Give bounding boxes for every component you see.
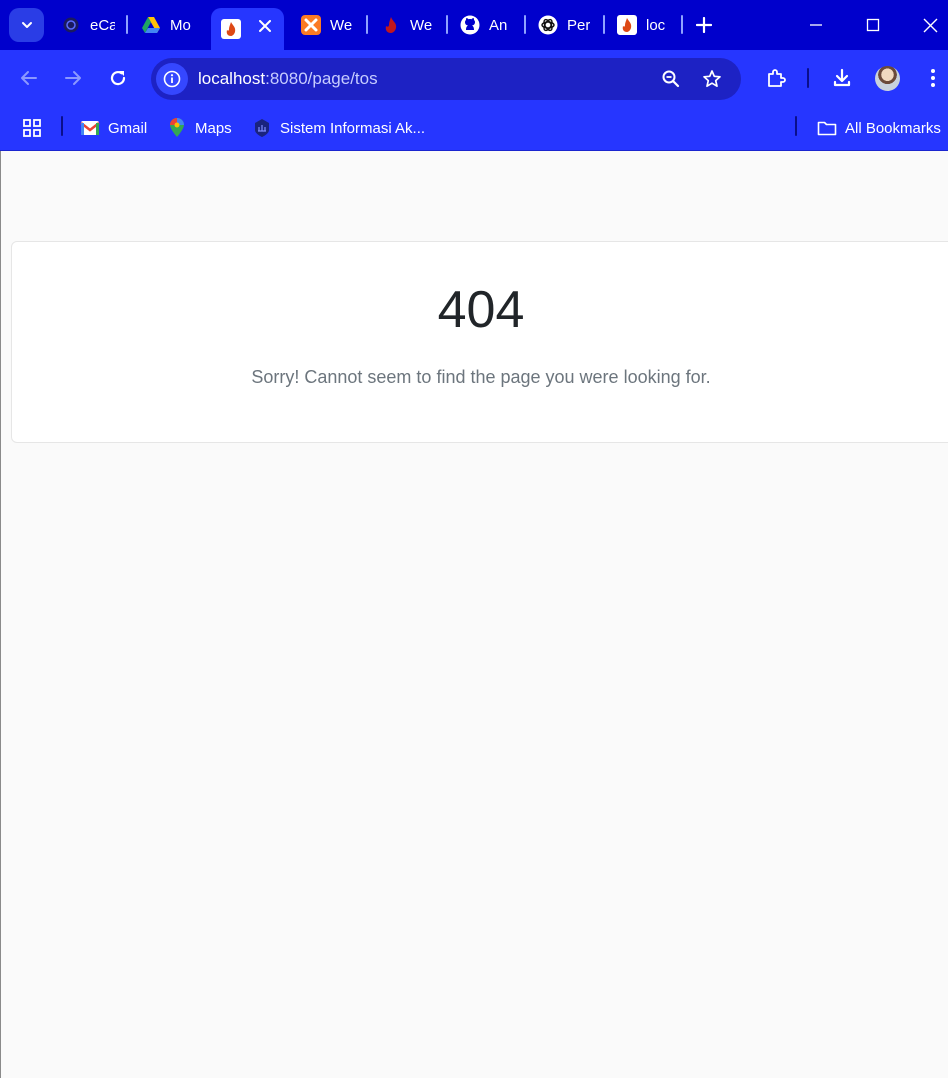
- error-card: 404 Sorry! Cannot seem to find the page …: [11, 241, 948, 443]
- toolbar-separator: [807, 68, 809, 88]
- tab-separator: [126, 15, 128, 34]
- url-path: :8080/page/tos: [265, 69, 378, 88]
- tab-title: An: [489, 16, 508, 34]
- site-info-button[interactable]: [156, 63, 188, 95]
- tab-localhost[interactable]: loc: [617, 8, 669, 42]
- extensions-button[interactable]: [763, 65, 789, 91]
- bookmark-label: Gmail: [108, 119, 148, 137]
- arrow-left-icon: [21, 71, 37, 85]
- star-icon: [703, 70, 721, 88]
- tab-active[interactable]: [211, 8, 284, 50]
- openai-icon: [538, 15, 558, 35]
- bookmarks-separator: [795, 116, 797, 136]
- toolbar: localhost:8080/page/tos: [0, 50, 948, 106]
- url-host: localhost: [198, 69, 266, 88]
- bookmark-label: Maps: [195, 119, 232, 137]
- plus-icon: [696, 17, 712, 33]
- chevron-down-icon: [21, 22, 32, 28]
- tab-title: eCa: [90, 16, 115, 34]
- dark-seal-icon: [61, 15, 81, 35]
- apps-grid-icon: [23, 119, 41, 137]
- tab-separator: [366, 15, 368, 34]
- reload-icon: [110, 70, 126, 86]
- back-button[interactable]: [15, 64, 43, 92]
- bookmark-sistem-informasi[interactable]: Sistem Informasi Ak...: [252, 114, 425, 142]
- codeigniter-flame-icon: [617, 15, 637, 35]
- close-icon: [923, 18, 937, 32]
- maximize-button[interactable]: [858, 10, 888, 40]
- codeigniter-flame-icon: [381, 15, 401, 35]
- bookmarks-separator: [61, 116, 63, 136]
- minimize-button[interactable]: [801, 10, 831, 40]
- bookmark-maps[interactable]: Maps: [167, 114, 232, 142]
- more-vertical-icon: [931, 69, 935, 87]
- forward-button[interactable]: [59, 64, 87, 92]
- apps-button[interactable]: [22, 114, 42, 142]
- arrow-right-icon: [65, 71, 81, 85]
- tab-ecampus[interactable]: eCa: [61, 8, 115, 42]
- tab-google-drive[interactable]: Mo: [141, 8, 193, 42]
- tab-separator: [524, 15, 526, 34]
- folder-icon: [817, 118, 837, 138]
- bookmark-gmail[interactable]: Gmail: [80, 114, 147, 142]
- tab-strip: eCa Mo We We An Per loc: [0, 0, 948, 50]
- github-icon: [460, 15, 480, 35]
- google-maps-icon: [167, 118, 187, 138]
- reload-button[interactable]: [104, 64, 132, 92]
- tab-title: Mo: [170, 16, 191, 34]
- download-icon: [833, 68, 851, 87]
- gmail-icon: [80, 118, 100, 138]
- error-code: 404: [437, 281, 525, 339]
- maximize-icon: [866, 18, 880, 32]
- close-tab-icon[interactable]: [257, 18, 273, 34]
- bookmark-star-button[interactable]: [700, 67, 724, 91]
- address-bar[interactable]: localhost:8080/page/tos: [151, 58, 741, 100]
- zoom-button[interactable]: [659, 67, 683, 91]
- page-viewport: 404 Sorry! Cannot seem to find the page …: [0, 151, 948, 1078]
- info-icon: [163, 70, 181, 88]
- all-bookmarks-label: All Bookmarks: [845, 119, 941, 137]
- xampp-icon: [301, 15, 321, 35]
- university-seal-icon: [252, 118, 272, 138]
- downloads-button[interactable]: [829, 65, 855, 91]
- tab-title: We: [330, 16, 353, 34]
- tab-xampp[interactable]: We: [301, 8, 353, 42]
- all-bookmarks-button[interactable]: All Bookmarks: [817, 114, 941, 142]
- codeigniter-flame-icon: [221, 19, 241, 39]
- puzzle-icon: [768, 69, 786, 87]
- tab-title: loc: [646, 16, 666, 34]
- new-tab-button[interactable]: [693, 14, 715, 36]
- close-window-button[interactable]: [915, 10, 945, 40]
- menu-button[interactable]: [920, 65, 946, 91]
- tab-title: Per: [567, 16, 590, 34]
- zoom-out-icon: [662, 70, 680, 88]
- bookmark-label: Sistem Informasi Ak...: [280, 119, 426, 137]
- tab-codeigniter[interactable]: We: [381, 8, 433, 42]
- tab-separator: [446, 15, 448, 34]
- minimize-icon: [810, 24, 822, 26]
- tab-github[interactable]: An: [460, 8, 512, 42]
- error-message: Sorry! Cannot seem to find the page you …: [251, 367, 711, 387]
- tab-title: We: [410, 16, 433, 34]
- tab-separator: [681, 15, 683, 34]
- tab-chatgpt[interactable]: Per: [538, 8, 590, 42]
- google-drive-icon: [141, 15, 161, 35]
- tab-separator: [603, 15, 605, 34]
- url-text[interactable]: localhost:8080/page/tos: [198, 69, 378, 89]
- tab-search-button[interactable]: [9, 8, 44, 42]
- bookmarks-bar: Gmail Maps Sistem Informasi Ak... All Bo…: [0, 106, 948, 151]
- profile-avatar[interactable]: [875, 66, 900, 91]
